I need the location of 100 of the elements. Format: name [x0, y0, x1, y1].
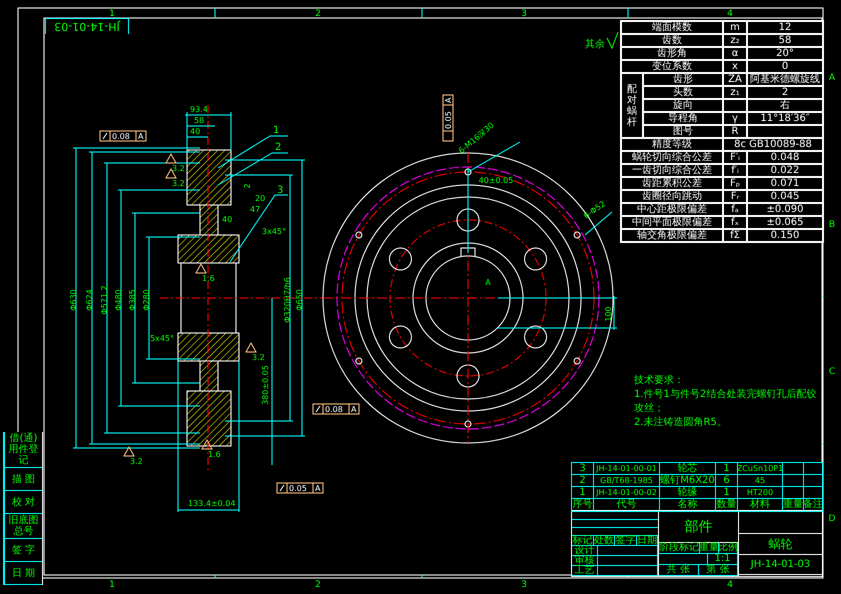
table-cell: ZA — [723, 73, 747, 86]
tolerance-frame: 0.05 A — [442, 94, 454, 142]
title-block-label: 标记 — [572, 536, 594, 545]
roughness-mark: 1.6 — [201, 438, 221, 459]
tolerance-frame: 0.08 A — [100, 130, 146, 142]
table-cell: 右 — [747, 99, 823, 112]
table-cell: 日 期 — [5, 562, 42, 585]
dimension-label: Φ650 — [295, 289, 304, 311]
title-block-label: 审核 — [572, 556, 598, 565]
table-cell: 齿形 — [643, 73, 723, 86]
table-cell: 头数 — [643, 86, 723, 99]
zone-label: C — [828, 367, 836, 377]
dimension-label: 40±0.05 — [478, 176, 514, 185]
roughness-symbol-icon — [606, 32, 618, 50]
table-cell: 轮缘 — [660, 487, 716, 499]
table-cell: 1 — [572, 487, 594, 499]
table-cell: fₐ — [723, 203, 747, 216]
title-block-label: 工艺 — [572, 566, 598, 575]
table-cell: 齿数 — [621, 34, 723, 47]
callout-number: 1 — [273, 125, 280, 136]
dimension-label: A — [485, 278, 491, 287]
table-cell: 齿距累积公差 — [621, 177, 723, 190]
dimension-label: 40 — [190, 127, 200, 136]
dimension-label: 20 — [255, 194, 266, 203]
table-cell: 20° — [747, 47, 823, 60]
column-header: 数量 — [716, 499, 738, 511]
table-cell: 旋向 — [643, 99, 723, 112]
dimension-label: 133.4±0.04 — [188, 499, 236, 508]
table-cell: R — [723, 125, 747, 138]
dimension-label: 40 — [222, 215, 232, 224]
table-cell: F′ᵢ — [723, 151, 747, 164]
dimension-label: Φ630 — [69, 289, 78, 311]
table-cell: 轴交角极限偏差 — [621, 229, 723, 242]
table-cell: JH-14-01-00-02 — [594, 487, 660, 499]
table-cell: 齿圈径向跳动 — [621, 190, 723, 203]
table-cell — [783, 475, 804, 487]
tolerance-frame: 0.08 A — [312, 404, 360, 414]
table-cell: 配对蜗杆 — [621, 73, 643, 138]
table-cell: ±0.065 — [747, 216, 823, 229]
table-cell: ±0.090 — [747, 203, 823, 216]
column-header: 序号 — [572, 499, 594, 511]
zone-label: 2 — [315, 9, 321, 19]
table-cell: 11°18′36″ — [747, 112, 823, 125]
dimension-label: Φ480 — [114, 289, 123, 311]
title-block-label: 设计 — [572, 546, 598, 555]
dimension-label: Φ571.2 — [100, 285, 109, 315]
table-cell: 0.150 — [747, 229, 823, 242]
table-cell: 0 — [747, 60, 823, 73]
column-header: 重量 — [783, 499, 804, 511]
requirement-line: 2.未注铸造圆角R5。 — [634, 416, 728, 430]
roughness-mark: 3.2 — [165, 152, 185, 173]
zone-label: B — [828, 220, 836, 230]
roughness-mark: 3.2 — [245, 342, 265, 362]
table-cell: 0.045 — [747, 190, 823, 203]
zone-label: A — [828, 73, 836, 83]
tolerance-frame: 0.05 A — [276, 482, 324, 494]
table-cell: 58 — [747, 34, 823, 47]
zone-label: 3 — [521, 580, 527, 590]
assembly-label: 部件 — [659, 512, 738, 543]
scale-value: 1:1 — [708, 554, 738, 564]
table-cell: 中间平面极限偏差 — [621, 216, 723, 229]
roughness-mark: 1.6 — [195, 262, 215, 283]
title-block-label: 阶段标记 — [659, 543, 700, 553]
roughness-note: 其余 — [585, 39, 605, 50]
table-cell: z₂ — [723, 34, 747, 47]
callout-number: 2 — [275, 142, 282, 153]
table-cell: 1 — [716, 463, 738, 475]
requirement-line: 1.件号1与件号2结合处装完螺钉孔后配铰， — [634, 388, 826, 402]
table-cell: z₁ — [723, 86, 747, 99]
title-block-label: 第 张 — [698, 565, 738, 575]
table-cell: fΣ — [723, 229, 747, 242]
table-cell: 2 — [747, 86, 823, 99]
zone-label: 3 — [521, 9, 527, 19]
table-cell: 中心距极限偏差 — [621, 203, 723, 216]
title-block-label: 共 张 — [659, 565, 698, 575]
table-cell: 0.071 — [747, 177, 823, 190]
table-cell: 借(通)用件登记 — [5, 432, 42, 468]
roughness-mark: 3.2 — [123, 446, 143, 466]
zone-label: 4 — [727, 580, 733, 590]
table-cell: 6 — [716, 475, 738, 487]
title-block-label: 签字 — [615, 536, 636, 545]
dimension-label: 93.4 — [190, 105, 208, 114]
table-cell — [723, 99, 747, 112]
table-cell: GB/T68-1985 — [594, 475, 660, 487]
dimension-label: Φ624 — [85, 289, 94, 311]
title-block-label: 处数 — [594, 536, 615, 545]
requirement-line: 攻丝； — [634, 402, 665, 416]
table-cell: 1 — [716, 487, 738, 499]
table-cell: Fᵣ — [723, 190, 747, 203]
table-cell: 螺钉M6X20 — [660, 475, 716, 487]
table-cell: 0.048 — [747, 151, 823, 164]
table-cell: f′ᵢ — [723, 164, 747, 177]
table-cell: 旧底图总号 — [5, 514, 42, 539]
column-header: 材料 — [738, 499, 783, 511]
dimension-label: 5x45° — [150, 334, 174, 343]
zone-label: 4 — [727, 9, 733, 19]
column-header: 代号 — [594, 499, 660, 511]
column-header: 名称 — [660, 499, 716, 511]
requirements-title: 技术要求： — [634, 374, 685, 388]
table-cell: x — [723, 60, 747, 73]
